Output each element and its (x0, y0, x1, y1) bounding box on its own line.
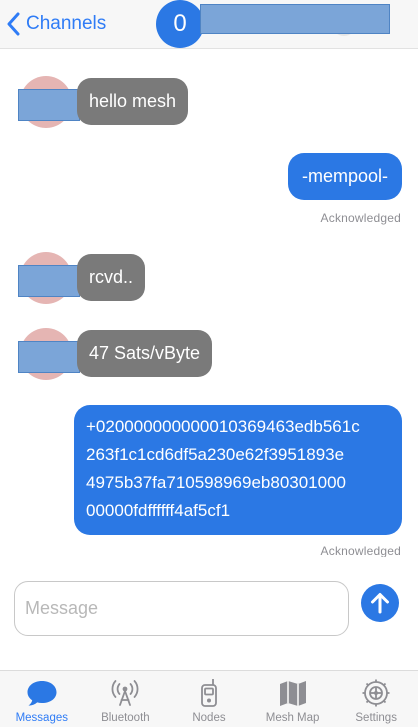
message-status: Acknowledged (320, 544, 401, 557)
tab-mesh-map[interactable]: Mesh Map (251, 671, 335, 727)
tab-nodes[interactable]: Nodes (167, 671, 251, 727)
tab-messages[interactable]: Messages (0, 671, 84, 727)
message-bubble-incoming[interactable]: hello mesh (77, 78, 189, 125)
navigation-bar: Channels 0 (0, 0, 418, 49)
message-bubble-incoming[interactable]: 47 Sats/vByte (77, 330, 213, 377)
tab-label: Messages (15, 712, 68, 724)
back-button[interactable]: Channels (6, 9, 106, 39)
send-button[interactable] (361, 584, 399, 622)
tab-label: Mesh Map (265, 712, 320, 724)
tab-settings[interactable]: Settings (334, 671, 418, 727)
map-icon (279, 681, 306, 706)
message-text: -mempool- (301, 166, 388, 186)
message-composer (0, 557, 418, 670)
redacted-sender-name (18, 89, 80, 121)
tab-label: Settings (355, 712, 397, 724)
radio-device-icon (201, 679, 217, 707)
message-input[interactable] (14, 581, 349, 636)
tab-bar: Messages Bluetooth Nodes Mesh Map Settin… (0, 670, 418, 727)
back-button-label: Channels (26, 13, 107, 34)
redacted-sender-name (18, 341, 80, 373)
message-bubble-incoming[interactable]: rcvd.. (77, 254, 146, 301)
gear-icon (362, 679, 390, 707)
arrow-up-icon (371, 593, 389, 614)
message-bubble-icon (27, 681, 57, 706)
channel-index: 0 (173, 10, 187, 37)
tab-label: Bluetooth (101, 712, 150, 724)
message-bubble-outgoing[interactable]: -mempool- (287, 153, 402, 200)
antenna-icon (112, 680, 139, 706)
message-text: hello mesh (89, 91, 177, 111)
redacted-sender-name (18, 265, 80, 297)
message-text: +020000000000010369463edb561c 263f1c1cd6… (86, 417, 360, 520)
channel-avatar[interactable]: 0 (156, 0, 204, 48)
message-text: 47 Sats/vByte (89, 343, 201, 363)
message-list[interactable]: hello mesh -mempool- Acknowledged rcvd..… (0, 49, 418, 557)
tab-label: Nodes (192, 712, 226, 724)
chevron-left-icon (7, 12, 20, 36)
redacted-channel-name (200, 4, 390, 34)
message-status: Acknowledged (320, 211, 401, 225)
message-text: rcvd.. (89, 267, 134, 287)
message-bubble-outgoing[interactable]: +020000000000010369463edb561c 263f1c1cd6… (74, 405, 402, 535)
tab-bluetooth[interactable]: Bluetooth (84, 671, 168, 727)
